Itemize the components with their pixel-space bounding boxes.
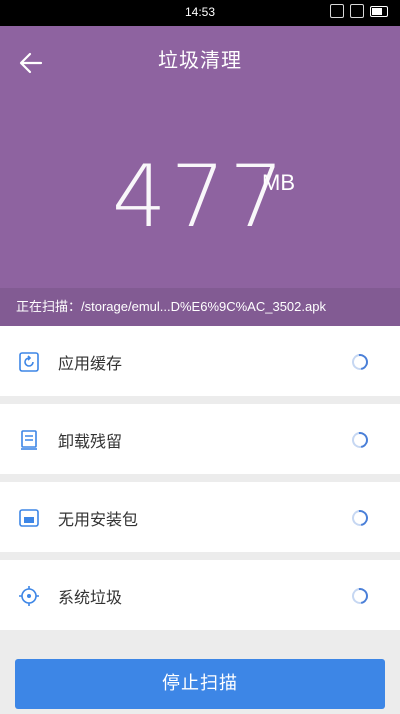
loading-spinner-icon — [348, 506, 372, 530]
wifi-icon — [350, 4, 364, 18]
list-item-system-junk[interactable]: 系统垃圾 — [0, 560, 400, 630]
status-icons — [330, 4, 388, 18]
list-item-app-cache[interactable]: 应用缓存 — [0, 326, 400, 396]
loading-spinner-icon — [348, 584, 372, 608]
refresh-cache-icon — [19, 352, 39, 372]
status-bar: 14:53 — [0, 0, 400, 26]
junk-size: 477 MB — [0, 154, 400, 240]
category-list: 应用缓存 卸载残留 无用安装包 系统垃圾 — [0, 326, 400, 638]
list-item-uninstall-residue[interactable]: 卸载残留 — [0, 404, 400, 474]
list-item-label: 无用安装包 — [58, 510, 139, 529]
list-item-unused-packages[interactable]: 无用安装包 — [0, 482, 400, 552]
header: 垃圾清理 477 MB 正在扫描：/storage/emul...D%E6%9C… — [0, 26, 400, 326]
loading-spinner-icon — [348, 428, 372, 452]
package-icon — [19, 509, 39, 527]
loading-spinner-icon — [348, 350, 372, 374]
junk-size-value: 477 — [111, 147, 289, 247]
list-item-label: 系统垃圾 — [58, 588, 123, 607]
signal-icon — [330, 4, 344, 18]
junk-size-unit: MB — [262, 170, 295, 195]
battery-icon — [370, 5, 388, 17]
uninstall-residue-icon — [21, 430, 37, 450]
list-item-label: 卸载残留 — [58, 432, 123, 451]
list-item-label: 应用缓存 — [58, 354, 123, 373]
system-target-icon — [19, 586, 39, 606]
stop-scan-button[interactable]: 停止扫描 — [15, 659, 385, 709]
page-title: 垃圾清理 — [158, 48, 242, 72]
scan-status: 正在扫描：/storage/emul...D%E6%9C%AC_3502.apk — [0, 288, 400, 326]
